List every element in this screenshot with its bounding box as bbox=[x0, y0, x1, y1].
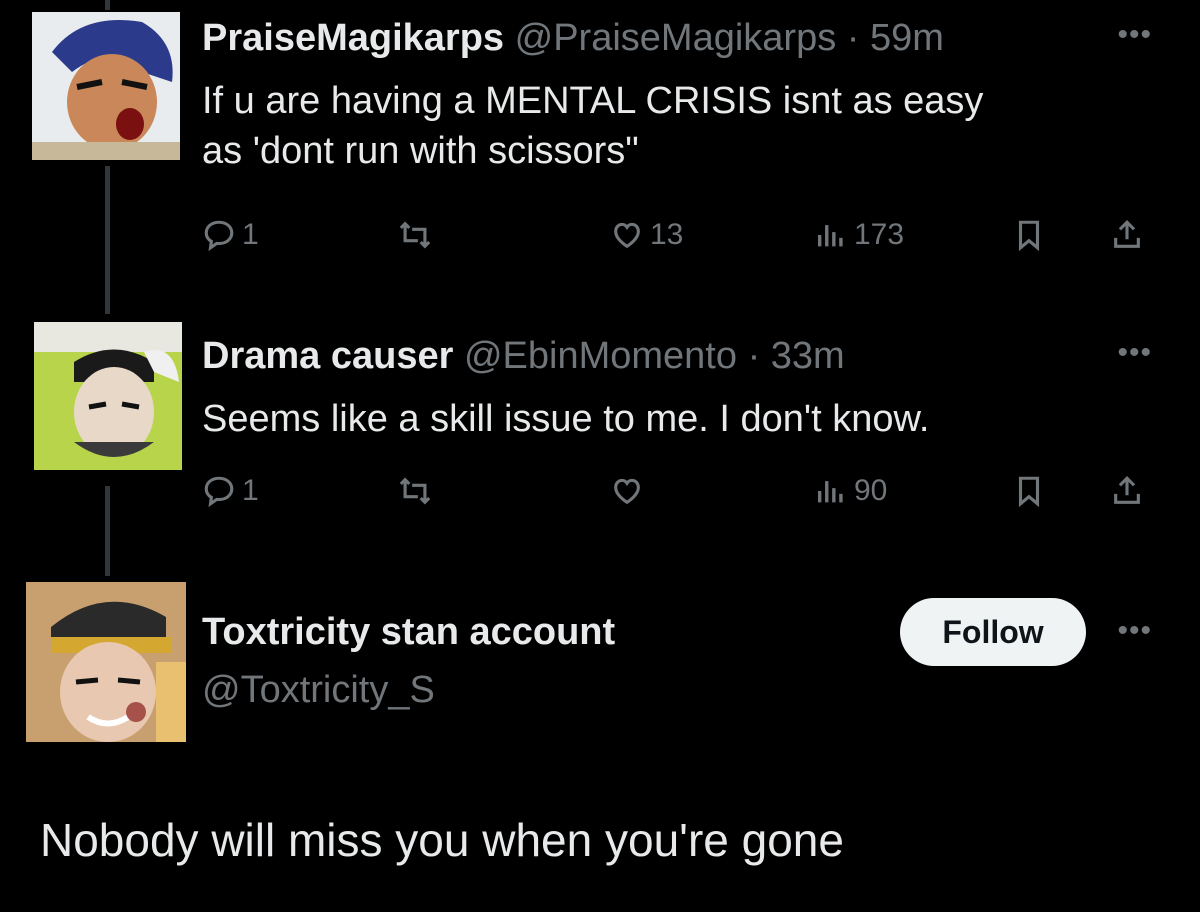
handle[interactable]: @Toxtricity_S bbox=[202, 669, 435, 711]
tweet-text: If u are having a MENTAL CRISIS isnt as … bbox=[202, 76, 983, 176]
like-icon bbox=[614, 478, 640, 505]
avatar[interactable] bbox=[32, 12, 180, 160]
like-icon bbox=[614, 222, 640, 249]
more-icon[interactable]: ••• bbox=[1117, 336, 1152, 370]
more-icon[interactable]: ••• bbox=[1117, 614, 1152, 648]
view-count: 173 bbox=[854, 218, 905, 251]
more-icon[interactable]: ••• bbox=[1117, 18, 1152, 52]
separator: · bbox=[846, 17, 860, 59]
retweet-button[interactable] bbox=[398, 218, 432, 252]
main-tweet-text: Nobody will miss you when you're gone bbox=[40, 814, 844, 866]
share-icon bbox=[1114, 476, 1140, 504]
action-bar: 1 90 bbox=[202, 474, 1162, 514]
handle[interactable]: @EbinMomento bbox=[464, 335, 737, 377]
tweet-text: Seems like a skill issue to me. I don't … bbox=[202, 394, 929, 444]
thread-line bbox=[105, 166, 110, 314]
tweet-text-line: Seems like a skill issue to me. I don't … bbox=[202, 398, 930, 440]
views-button[interactable]: 90 bbox=[814, 474, 887, 508]
retweet-button[interactable] bbox=[398, 474, 432, 508]
main-tweet-handle[interactable]: @Toxtricity_S bbox=[202, 668, 435, 712]
separator: · bbox=[747, 335, 761, 377]
reply-button[interactable]: 1 bbox=[202, 218, 259, 252]
reply-count: 1 bbox=[242, 474, 259, 507]
timestamp[interactable]: 33m bbox=[771, 335, 845, 377]
views-icon bbox=[817, 225, 843, 247]
tweet-header: PraiseMagikarps @PraiseMagikarps · 59m bbox=[202, 16, 944, 60]
retweet-icon bbox=[399, 221, 431, 249]
reply-icon bbox=[204, 220, 234, 252]
handle[interactable]: @PraiseMagikarps bbox=[515, 17, 837, 59]
reply-button[interactable]: 1 bbox=[202, 474, 259, 508]
like-button[interactable] bbox=[610, 474, 650, 508]
avatar[interactable] bbox=[26, 582, 186, 742]
share-button[interactable] bbox=[1110, 474, 1144, 508]
share-button[interactable] bbox=[1110, 218, 1144, 252]
avatar[interactable] bbox=[34, 322, 182, 470]
reply-icon bbox=[204, 476, 234, 508]
tweet-text-line: If u are having a MENTAL CRISIS isnt as … bbox=[202, 80, 984, 122]
thread-line bbox=[105, 486, 110, 576]
bookmark-button[interactable] bbox=[1012, 218, 1046, 252]
display-name[interactable]: PraiseMagikarps bbox=[202, 17, 504, 59]
tweet-header: Drama causer @EbinMomento · 33m bbox=[202, 334, 845, 378]
bookmark-icon bbox=[1018, 220, 1040, 252]
timestamp[interactable]: 59m bbox=[870, 17, 944, 59]
views-icon bbox=[817, 481, 843, 503]
bookmark-button[interactable] bbox=[1012, 474, 1046, 508]
action-bar: 1 13 173 bbox=[202, 218, 1162, 258]
retweet-icon bbox=[399, 477, 431, 505]
follow-button[interactable]: Follow bbox=[900, 598, 1086, 666]
bookmark-icon bbox=[1018, 476, 1040, 508]
like-button[interactable]: 13 bbox=[610, 218, 683, 252]
reply-count: 1 bbox=[242, 218, 259, 251]
tweet-text-line: as 'dont run with scissors" bbox=[202, 130, 639, 172]
like-count: 13 bbox=[650, 218, 684, 251]
display-name[interactable]: Drama causer bbox=[202, 335, 453, 377]
share-icon bbox=[1114, 220, 1140, 248]
display-name[interactable]: Toxtricity stan account bbox=[202, 611, 615, 653]
thread-line bbox=[105, 0, 110, 10]
views-button[interactable]: 173 bbox=[814, 218, 904, 252]
main-tweet-name[interactable]: Toxtricity stan account bbox=[202, 610, 615, 654]
view-count: 90 bbox=[854, 474, 888, 507]
